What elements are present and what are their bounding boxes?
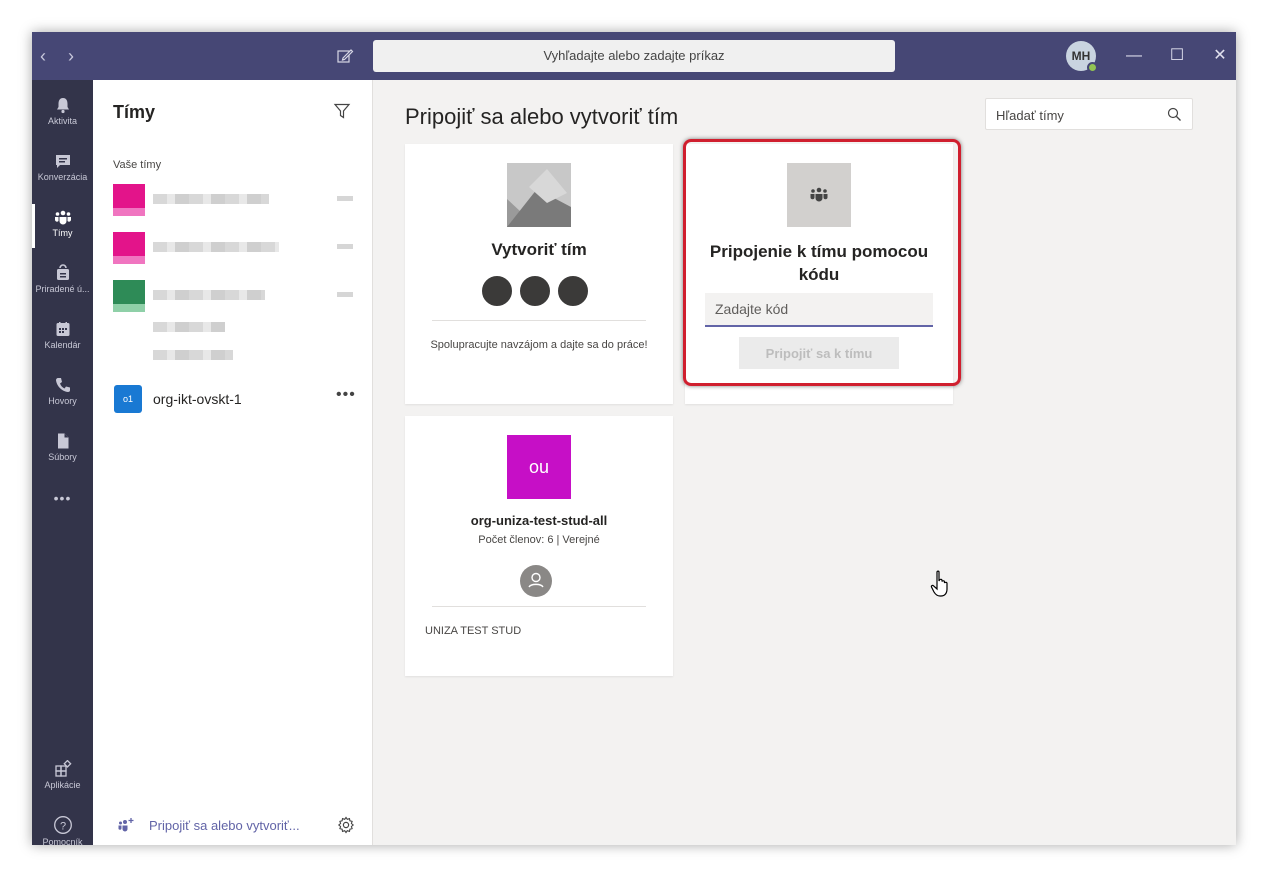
- minimize-button[interactable]: —: [1122, 44, 1146, 68]
- panel-title: Tímy: [113, 102, 156, 122]
- team-card-name: org-uniza-test-stud-all: [470, 513, 608, 528]
- rail-item-chat[interactable]: Konverzácia: [32, 144, 93, 196]
- command-search-box[interactable]: Vyhľadajte alebo zadajte príkaz: [373, 40, 895, 72]
- divider: [432, 606, 646, 607]
- chevron-left-icon[interactable]: ‹: [40, 46, 46, 66]
- rail-label: Kalendár: [44, 340, 81, 350]
- hand-cursor-icon: [930, 570, 948, 597]
- team-avatar-blurred[interactable]: [113, 280, 145, 312]
- gear-icon[interactable]: [337, 816, 355, 834]
- phone-icon: [55, 378, 70, 392]
- presence-badge: [1087, 62, 1098, 73]
- rail-label: Súbory: [48, 452, 77, 462]
- search-icon[interactable]: [1167, 107, 1182, 122]
- teams-icon: [810, 187, 828, 202]
- compose-icon[interactable]: [335, 46, 355, 66]
- rail-label: Priradené ú...: [35, 284, 90, 294]
- team-avatar-blurred[interactable]: [113, 232, 145, 264]
- create-team-image-icon: [507, 163, 571, 227]
- team-card[interactable]: ou org-uniza-test-stud-all Počet členov:…: [405, 416, 673, 676]
- rail-label: Aplikácie: [44, 780, 81, 790]
- svg-text:?: ?: [59, 820, 65, 832]
- team-name-blurred[interactable]: [153, 242, 279, 252]
- team-name-blurred[interactable]: [153, 290, 265, 300]
- channel-blurred[interactable]: [153, 322, 225, 332]
- channel-blurred[interactable]: [153, 350, 233, 360]
- file-icon: [57, 433, 68, 449]
- rail-item-calendar[interactable]: Kalendár: [32, 312, 93, 364]
- close-button[interactable]: ✕: [1208, 44, 1232, 68]
- rail-label: Aktivita: [47, 116, 77, 126]
- team-more-blurred[interactable]: [337, 292, 353, 297]
- rail-item-more[interactable]: •••: [32, 480, 93, 520]
- team-avatar-blurred[interactable]: [113, 184, 145, 216]
- team-avatar: ou: [507, 435, 571, 499]
- apps-icon: [54, 760, 72, 777]
- rail-item-activity[interactable]: Aktivita: [32, 88, 93, 140]
- join-with-code-card: Pripojenie k tímu pomocou kódu Pripojiť …: [685, 144, 953, 404]
- person-silhouette-icon: [480, 274, 514, 308]
- team-card-meta: Počet členov: 6 | Verejné: [478, 534, 600, 546]
- help-icon: ?: [53, 816, 72, 834]
- chevron-right-icon[interactable]: ›: [68, 46, 74, 66]
- join-team-button[interactable]: Pripojiť sa k tímu: [739, 337, 899, 369]
- person-silhouette-icon: [518, 274, 552, 308]
- person-silhouette-icon: [556, 274, 590, 308]
- teams-icon: [54, 210, 71, 225]
- team-code-input[interactable]: [705, 293, 933, 327]
- rail-label: Konverzácia: [37, 172, 88, 182]
- app-rail: Aktivita Konverzácia Tímy Priradené ú...…: [32, 80, 93, 845]
- rail-label: Hovory: [48, 396, 77, 406]
- person-icon: [520, 565, 552, 597]
- create-team-description: Spolupracujte navzájom a dajte sa do prá…: [430, 339, 648, 351]
- assignments-icon: [56, 264, 69, 280]
- rail-item-assignments[interactable]: Priradené ú...: [32, 256, 93, 308]
- team-card-description: UNIZA TEST STUD: [425, 625, 522, 637]
- create-team-title: Vytvoriť tím: [491, 240, 587, 259]
- team-more-blurred[interactable]: [337, 196, 353, 201]
- page-title: Pripojiť sa alebo vytvoriť tím: [405, 104, 679, 129]
- rail-item-help[interactable]: ? Pomocník: [32, 807, 93, 845]
- create-team-card[interactable]: Vytvoriť tím Spolupracujte navzájom a da…: [405, 144, 673, 404]
- title-bar: ‹ › Vyhľadajte alebo zadajte príkaz MH —…: [32, 32, 1236, 80]
- team-name-blurred[interactable]: [153, 194, 269, 204]
- chat-icon: [55, 155, 70, 168]
- section-label: Vaše tímy: [113, 159, 162, 171]
- team-name[interactable]: org-ikt-ovskt-1: [153, 391, 242, 407]
- team-more-blurred[interactable]: [337, 244, 353, 249]
- team-avatar[interactable]: o1: [114, 385, 142, 413]
- rail-label: Pomocník: [42, 837, 83, 845]
- teams-window: ‹ › Vyhľadajte alebo zadajte príkaz MH —…: [32, 32, 1236, 845]
- bell-icon: [56, 98, 69, 114]
- join-teams-icon[interactable]: [117, 816, 137, 834]
- rail-item-calls[interactable]: Hovory: [32, 368, 93, 420]
- team-search-input[interactable]: [996, 105, 1156, 125]
- join-or-create-link[interactable]: Pripojiť sa alebo vytvoriť...: [149, 818, 300, 833]
- search-placeholder: Vyhľadajte alebo zadajte príkaz: [543, 48, 725, 63]
- team-search-box[interactable]: [985, 98, 1193, 130]
- teams-panel: Tímy Vaše tímy o1 org-ikt-ovskt-1 ••• Pr…: [93, 80, 373, 845]
- rail-item-teams[interactable]: Tímy: [32, 200, 93, 252]
- calendar-icon: [56, 322, 69, 336]
- more-icon: •••: [53, 490, 72, 506]
- rail-item-apps[interactable]: Aplikácie: [32, 752, 93, 804]
- divider: [432, 320, 646, 321]
- more-options-icon[interactable]: •••: [336, 386, 356, 404]
- filter-icon[interactable]: [333, 102, 351, 120]
- join-team-image: [787, 163, 851, 227]
- maximize-button[interactable]: ☐: [1165, 44, 1189, 68]
- join-with-code-title: Pripojenie k tímu pomocou kódu: [709, 242, 929, 284]
- rail-item-files[interactable]: Súbory: [32, 424, 93, 476]
- rail-label: Tímy: [52, 228, 73, 238]
